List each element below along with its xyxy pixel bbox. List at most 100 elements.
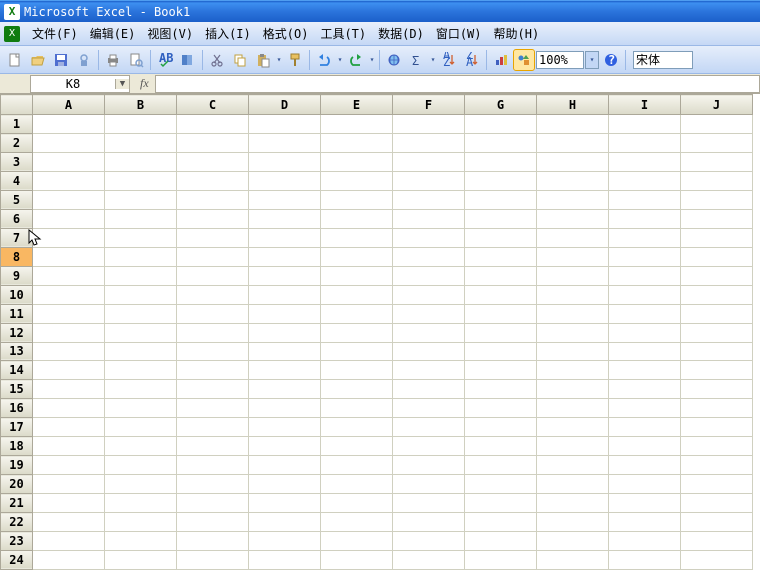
zoom-combo[interactable]: 100%: [536, 51, 584, 69]
help-button[interactable]: ?: [600, 49, 622, 71]
row-header-14[interactable]: 14: [1, 361, 33, 380]
cell-G16[interactable]: [465, 399, 537, 418]
col-header-G[interactable]: G: [465, 95, 537, 115]
copy-button[interactable]: [229, 49, 251, 71]
cell-I19[interactable]: [609, 456, 681, 475]
cut-button[interactable]: [206, 49, 228, 71]
cell-F19[interactable]: [393, 456, 465, 475]
cell-G15[interactable]: [465, 380, 537, 399]
cell-D6[interactable]: [249, 209, 321, 228]
cell-B10[interactable]: [105, 285, 177, 304]
row-header-17[interactable]: 17: [1, 418, 33, 437]
menu-insert[interactable]: 插入(I): [199, 23, 257, 44]
cell-I4[interactable]: [609, 171, 681, 190]
cell-B9[interactable]: [105, 266, 177, 285]
col-header-H[interactable]: H: [537, 95, 609, 115]
cell-I7[interactable]: [609, 228, 681, 247]
cell-I8[interactable]: [609, 247, 681, 266]
cell-E18[interactable]: [321, 437, 393, 456]
cell-J14[interactable]: [681, 361, 753, 380]
cell-B23[interactable]: [105, 532, 177, 551]
row-header-2[interactable]: 2: [1, 134, 33, 153]
cell-I14[interactable]: [609, 361, 681, 380]
cell-F7[interactable]: [393, 228, 465, 247]
cell-F5[interactable]: [393, 190, 465, 209]
cell-G17[interactable]: [465, 418, 537, 437]
row-header-20[interactable]: 20: [1, 475, 33, 494]
cell-J7[interactable]: [681, 228, 753, 247]
cell-G5[interactable]: [465, 190, 537, 209]
cell-F4[interactable]: [393, 171, 465, 190]
col-header-D[interactable]: D: [249, 95, 321, 115]
cell-J20[interactable]: [681, 475, 753, 494]
cell-B7[interactable]: [105, 228, 177, 247]
cell-E24[interactable]: [321, 550, 393, 569]
cell-E16[interactable]: [321, 399, 393, 418]
spreadsheet-grid[interactable]: ABCDEFGHIJ123456789101112131415161718192…: [0, 94, 760, 570]
cell-H12[interactable]: [537, 323, 609, 342]
cell-J18[interactable]: [681, 437, 753, 456]
cell-I10[interactable]: [609, 285, 681, 304]
cell-H14[interactable]: [537, 361, 609, 380]
cell-G12[interactable]: [465, 323, 537, 342]
cell-G13[interactable]: [465, 342, 537, 361]
cell-D15[interactable]: [249, 380, 321, 399]
cell-B18[interactable]: [105, 437, 177, 456]
cell-D9[interactable]: [249, 266, 321, 285]
cell-H24[interactable]: [537, 550, 609, 569]
cell-A1[interactable]: [33, 115, 105, 134]
cell-F17[interactable]: [393, 418, 465, 437]
cell-F21[interactable]: [393, 494, 465, 513]
cell-D5[interactable]: [249, 190, 321, 209]
cell-G4[interactable]: [465, 171, 537, 190]
cell-D22[interactable]: [249, 513, 321, 532]
cell-H2[interactable]: [537, 134, 609, 153]
cell-H17[interactable]: [537, 418, 609, 437]
row-header-10[interactable]: 10: [1, 285, 33, 304]
cell-A20[interactable]: [33, 475, 105, 494]
cell-G3[interactable]: [465, 152, 537, 171]
cell-A12[interactable]: [33, 323, 105, 342]
cell-A16[interactable]: [33, 399, 105, 418]
cell-E15[interactable]: [321, 380, 393, 399]
cell-H1[interactable]: [537, 115, 609, 134]
redo-button[interactable]: [345, 49, 367, 71]
cell-B1[interactable]: [105, 115, 177, 134]
cell-D20[interactable]: [249, 475, 321, 494]
cell-D1[interactable]: [249, 115, 321, 134]
cell-I6[interactable]: [609, 209, 681, 228]
zoom-dropdown[interactable]: ▾: [585, 51, 599, 69]
row-header-13[interactable]: 13: [1, 342, 33, 361]
cell-B2[interactable]: [105, 134, 177, 153]
cell-F16[interactable]: [393, 399, 465, 418]
open-button[interactable]: [27, 49, 49, 71]
cell-F2[interactable]: [393, 134, 465, 153]
cell-B12[interactable]: [105, 323, 177, 342]
cell-J12[interactable]: [681, 323, 753, 342]
cell-C5[interactable]: [177, 190, 249, 209]
cell-C21[interactable]: [177, 494, 249, 513]
row-header-23[interactable]: 23: [1, 532, 33, 551]
cell-E6[interactable]: [321, 209, 393, 228]
cell-H7[interactable]: [537, 228, 609, 247]
cell-I23[interactable]: [609, 532, 681, 551]
cell-J13[interactable]: [681, 342, 753, 361]
cell-D19[interactable]: [249, 456, 321, 475]
paste-button[interactable]: [252, 49, 274, 71]
cell-H9[interactable]: [537, 266, 609, 285]
cell-E8[interactable]: [321, 247, 393, 266]
cell-J21[interactable]: [681, 494, 753, 513]
cell-F9[interactable]: [393, 266, 465, 285]
cell-B4[interactable]: [105, 171, 177, 190]
cell-A15[interactable]: [33, 380, 105, 399]
font-combo[interactable]: 宋体: [633, 51, 693, 69]
cell-E23[interactable]: [321, 532, 393, 551]
cell-G22[interactable]: [465, 513, 537, 532]
cell-F14[interactable]: [393, 361, 465, 380]
new-button[interactable]: [4, 49, 26, 71]
row-header-18[interactable]: 18: [1, 437, 33, 456]
cell-J3[interactable]: [681, 152, 753, 171]
cell-I13[interactable]: [609, 342, 681, 361]
row-header-3[interactable]: 3: [1, 152, 33, 171]
cell-J11[interactable]: [681, 304, 753, 323]
